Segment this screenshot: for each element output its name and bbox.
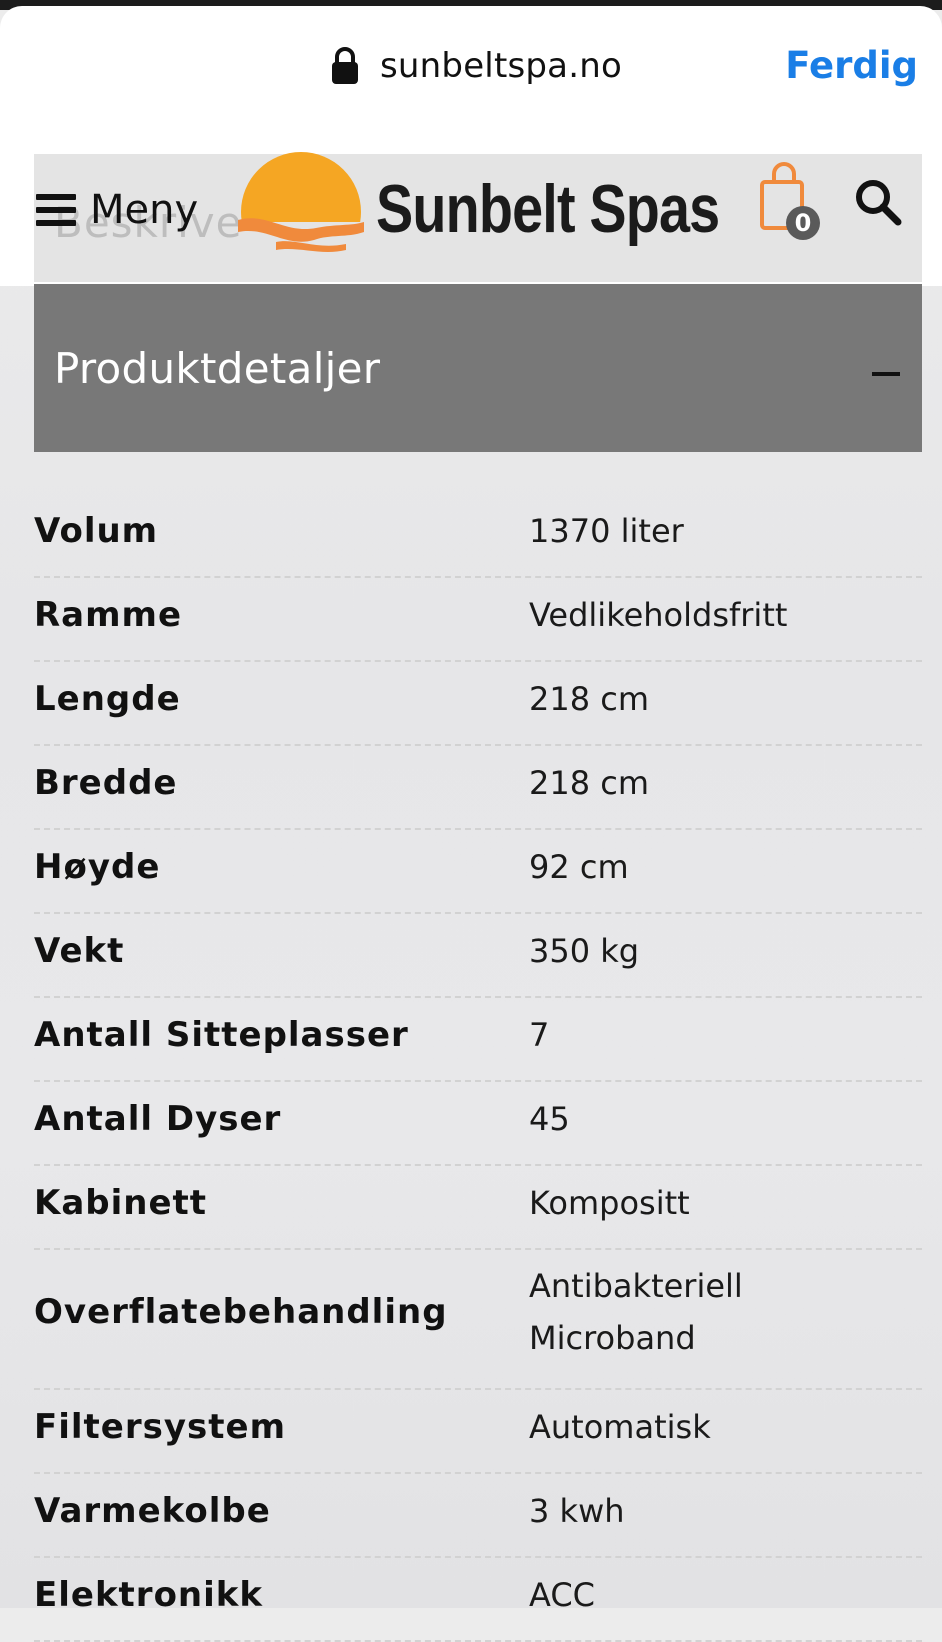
sunbelt-logo-icon[interactable] (236, 142, 366, 260)
table-row: Volum 1370 liter (34, 494, 922, 578)
hamburger-icon (36, 194, 76, 226)
table-row: Filtersystem Automatisk (34, 1390, 922, 1474)
spec-label: Kabinett (34, 1183, 208, 1223)
url-text: sunbeltspa.no (380, 46, 622, 86)
spec-value: 45 (529, 1100, 570, 1138)
table-row: Bredde 218 cm (34, 746, 922, 830)
spec-label: Høyde (34, 847, 161, 887)
spec-value: Kompositt (529, 1184, 690, 1222)
spec-label: Antall Dyser (34, 1099, 282, 1139)
menu-button[interactable]: Meny (36, 180, 198, 240)
accordion-title: Produktdetaljer (54, 344, 381, 393)
table-row: Antall Dyser 45 (34, 1082, 922, 1166)
spec-value: 7 (529, 1016, 550, 1054)
spec-label: Lengde (34, 679, 181, 719)
spec-label: Vekt (34, 931, 125, 971)
table-row: Lengde 218 cm (34, 662, 922, 746)
cart-button[interactable]: 0 (756, 160, 826, 240)
table-row: Varmekolbe 3 kwh (34, 1474, 922, 1558)
spec-table: Volum 1370 liter Ramme Vedlikeholdsfritt… (34, 494, 922, 1642)
brand-name[interactable]: Sunbelt Spas (376, 170, 720, 248)
table-row: Vekt 350 kg (34, 914, 922, 998)
spec-value: 218 cm (529, 680, 650, 718)
done-button[interactable]: Ferdig (785, 44, 918, 87)
spec-value: 3 kwh (529, 1492, 625, 1530)
search-icon[interactable] (852, 176, 904, 228)
spec-label: Ramme (34, 595, 183, 635)
spec-label: Antall Sitteplasser (34, 1015, 409, 1055)
spec-label: Bredde (34, 763, 178, 803)
spec-value: Antibakteriell Microband (529, 1267, 743, 1357)
site-header-content: Meny Sunbelt Spas 0 (0, 140, 942, 280)
spec-label: Volum (34, 511, 159, 551)
lock-icon (332, 47, 358, 84)
product-details-accordion-header[interactable]: Produktdetaljer (34, 300, 922, 452)
table-row: Elektronikk ACC (34, 1558, 922, 1642)
table-row: Kabinett Kompositt (34, 1166, 922, 1250)
table-row: Ramme Vedlikeholdsfritt (34, 578, 922, 662)
table-row: Antall Sitteplasser 7 (34, 998, 922, 1082)
spec-value: Automatisk (529, 1408, 711, 1446)
spec-value: 218 cm (529, 764, 650, 802)
url-display[interactable]: sunbeltspa.no (330, 44, 622, 88)
browser-address-bar: sunbeltspa.no Ferdig (0, 6, 942, 126)
spec-value: 1370 liter (529, 512, 684, 550)
spec-value: ACC (529, 1576, 596, 1614)
minus-icon[interactable] (872, 372, 900, 376)
spec-label: Filtersystem (34, 1407, 286, 1447)
spec-value: 92 cm (529, 848, 629, 886)
spec-label: Overflatebehandling (34, 1292, 448, 1332)
table-row: Overflatebehandling Antibakteriell Micro… (34, 1250, 922, 1390)
spec-value: Vedlikeholdsfritt (529, 596, 788, 634)
cart-count-badge: 0 (786, 206, 820, 240)
spec-label: Elektronikk (34, 1575, 264, 1615)
spec-label: Varmekolbe (34, 1491, 271, 1531)
spec-value: 350 kg (529, 932, 640, 970)
menu-label: Meny (90, 187, 199, 233)
table-row: Høyde 92 cm (34, 830, 922, 914)
